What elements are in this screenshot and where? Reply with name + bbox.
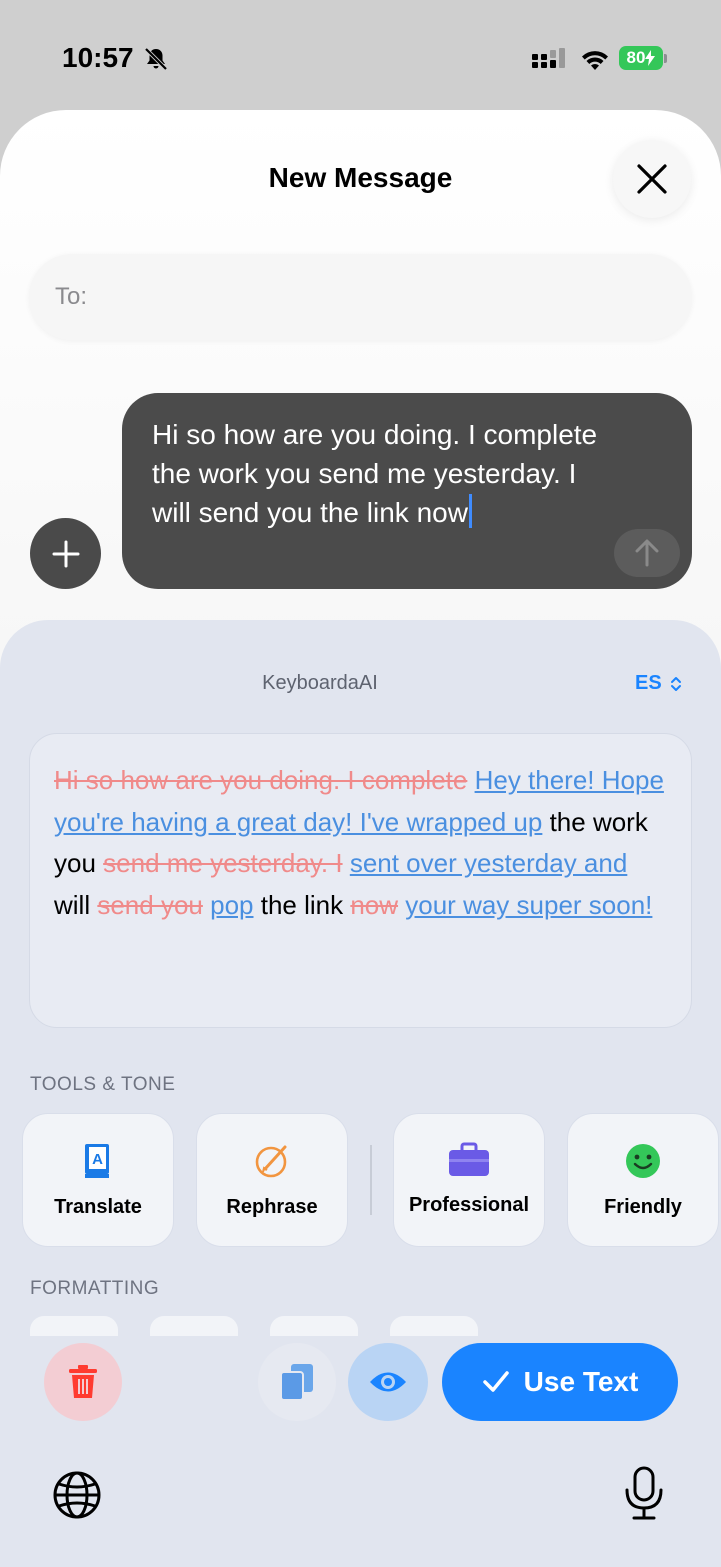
formatting-option[interactable] — [390, 1316, 478, 1336]
plus-icon — [52, 540, 79, 567]
unchanged-text: the link — [253, 889, 351, 920]
cellular-signal-icon — [532, 48, 565, 68]
chevron-up-down-icon — [670, 676, 681, 691]
formatting-option[interactable] — [150, 1316, 238, 1336]
keyboard-panel: KeyboardaAI ES Hi so how are you doing. … — [0, 620, 721, 1567]
delete-button[interactable] — [44, 1343, 122, 1421]
svg-text:A: A — [92, 1151, 103, 1168]
inserted-text: sent over yesterday and — [349, 848, 628, 878]
rephrase-label: Rephrase — [226, 1196, 318, 1218]
inserted-text: pop — [210, 889, 254, 920]
professional-label: Professional — [408, 1194, 530, 1216]
unchanged-text — [343, 848, 350, 878]
charging-bolt-icon — [645, 50, 656, 66]
tools-divider — [370, 1145, 372, 1215]
rephrase-pencil-icon — [255, 1145, 287, 1178]
eye-icon — [370, 1372, 406, 1392]
copy-button[interactable] — [258, 1343, 336, 1421]
friendly-button[interactable]: Friendly — [567, 1113, 719, 1247]
formatting-option[interactable] — [30, 1316, 118, 1336]
translate-button[interactable]: A Translate — [22, 1113, 174, 1247]
deleted-text: now — [350, 889, 399, 920]
formatting-section-label: FORMATTING — [30, 1278, 160, 1299]
tools-section-label: TOOLS & TONE — [30, 1074, 176, 1095]
message-input-text: Hi so how are you doing. I complete the … — [152, 419, 598, 528]
professional-button[interactable]: Professional — [393, 1113, 545, 1247]
wifi-icon — [582, 51, 608, 70]
deleted-text: Hi so how are you doing. I complete — [54, 765, 468, 795]
use-text-label: Use Text — [523, 1366, 639, 1397]
microphone-icon[interactable] — [622, 1466, 666, 1522]
battery-indicator: 80 — [619, 46, 663, 70]
rephrase-button[interactable]: Rephrase — [196, 1113, 348, 1247]
trash-icon — [69, 1365, 97, 1398]
status-bar: 10:57 80 — [0, 0, 721, 110]
language-code: ES — [635, 672, 662, 694]
smiley-icon — [626, 1144, 660, 1178]
use-text-button[interactable]: Use Text — [442, 1343, 678, 1421]
to-field[interactable]: To: — [29, 254, 692, 340]
close-button[interactable] — [613, 140, 691, 218]
preview-button[interactable] — [348, 1343, 428, 1421]
add-attachment-button[interactable] — [30, 518, 101, 589]
message-composer[interactable]: Hi so how are you doing. I complete the … — [122, 393, 692, 589]
send-button[interactable] — [614, 529, 680, 577]
checkmark-icon — [482, 1371, 509, 1392]
translate-label: Translate — [54, 1196, 142, 1218]
language-selector[interactable]: ES — [635, 672, 682, 695]
battery-tip — [664, 54, 667, 63]
globe-icon[interactable] — [52, 1470, 102, 1520]
copy-icon — [280, 1364, 313, 1401]
deleted-text: send me yesterday. I — [103, 848, 343, 878]
translate-book-icon: A — [85, 1144, 109, 1178]
unchanged-text: will — [54, 889, 98, 920]
arrow-up-icon — [635, 539, 659, 567]
rewrite-result[interactable]: Hi so how are you doing. I complete Hey … — [29, 733, 692, 1028]
message-input[interactable]: Hi so how are you doing. I complete the … — [152, 415, 622, 532]
bell-off-icon — [144, 47, 168, 71]
keyboard-title: KeyboardaAI — [262, 672, 378, 694]
inserted-text: your way super soon! — [405, 889, 653, 920]
formatting-option[interactable] — [270, 1316, 358, 1336]
battery-level: 80 — [626, 48, 646, 67]
briefcase-icon — [449, 1142, 489, 1176]
to-label: To: — [55, 283, 88, 310]
close-icon — [637, 164, 667, 194]
status-time: 10:57 — [62, 42, 134, 73]
unchanged-text — [467, 765, 474, 795]
text-caret — [468, 494, 472, 528]
deleted-text: send you — [97, 889, 203, 920]
friendly-label: Friendly — [604, 1196, 682, 1218]
